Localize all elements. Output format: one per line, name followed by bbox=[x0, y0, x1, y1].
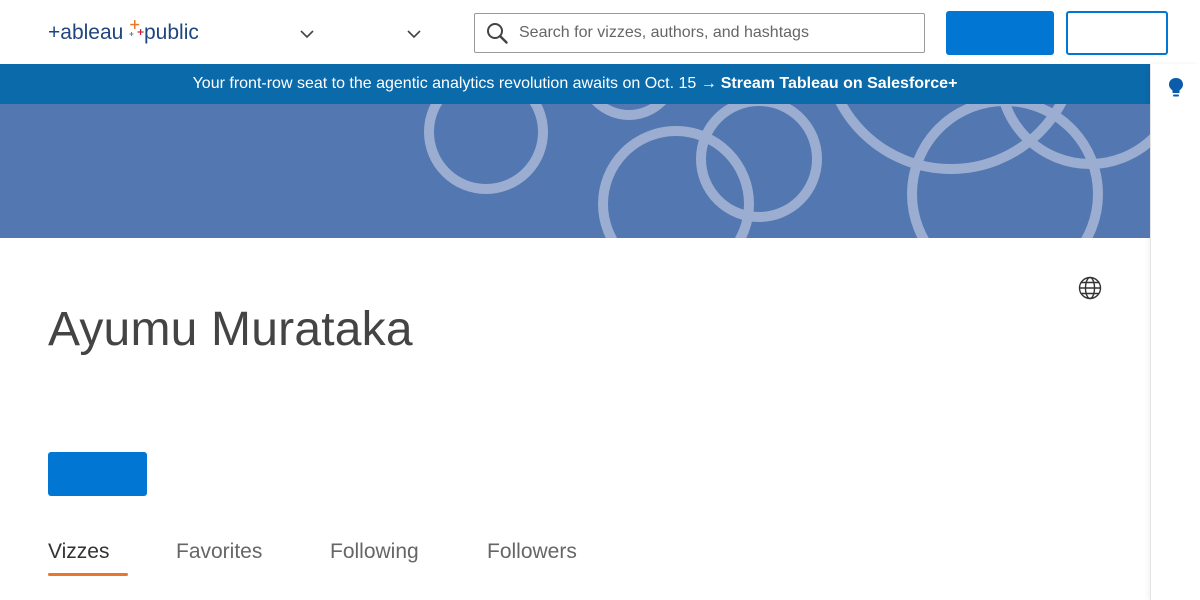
tab-following[interactable]: Following bbox=[330, 540, 419, 564]
chevron-down-icon bbox=[407, 29, 421, 38]
search-input[interactable] bbox=[519, 15, 909, 51]
promo-banner: Your front-row seat to the agentic analy… bbox=[0, 64, 1150, 104]
svg-text:+ableau: +ableau bbox=[48, 21, 123, 44]
active-tab-indicator bbox=[48, 573, 128, 576]
sign-in-button[interactable] bbox=[1066, 11, 1168, 55]
nav-dropdown-2[interactable] bbox=[404, 24, 424, 44]
globe-icon[interactable] bbox=[1078, 276, 1102, 300]
tab-vizzes[interactable]: Vizzes bbox=[48, 540, 109, 564]
tab-favorites[interactable]: Favorites bbox=[176, 540, 262, 564]
tab-followers[interactable]: Followers bbox=[487, 540, 577, 564]
nav-dropdown-1[interactable] bbox=[297, 24, 317, 44]
svg-text:public: public bbox=[144, 21, 198, 44]
sign-up-button[interactable] bbox=[946, 11, 1054, 55]
profile-cover-image bbox=[0, 104, 1150, 238]
profile-name: Ayumu Murataka bbox=[48, 303, 413, 356]
follow-button[interactable] bbox=[48, 452, 147, 496]
banner-cta-link[interactable]: Stream Tableau on Salesforce+ bbox=[721, 75, 958, 93]
right-side-rail bbox=[1150, 64, 1200, 600]
top-header: +ableau public bbox=[0, 0, 1200, 64]
search-box[interactable] bbox=[474, 13, 925, 53]
chevron-down-icon bbox=[300, 29, 314, 38]
tableau-public-logo[interactable]: +ableau public bbox=[48, 18, 199, 46]
lightbulb-icon[interactable] bbox=[1167, 76, 1185, 100]
banner-text: Your front-row seat to the agentic analy… bbox=[192, 75, 717, 92]
search-icon bbox=[475, 14, 519, 52]
